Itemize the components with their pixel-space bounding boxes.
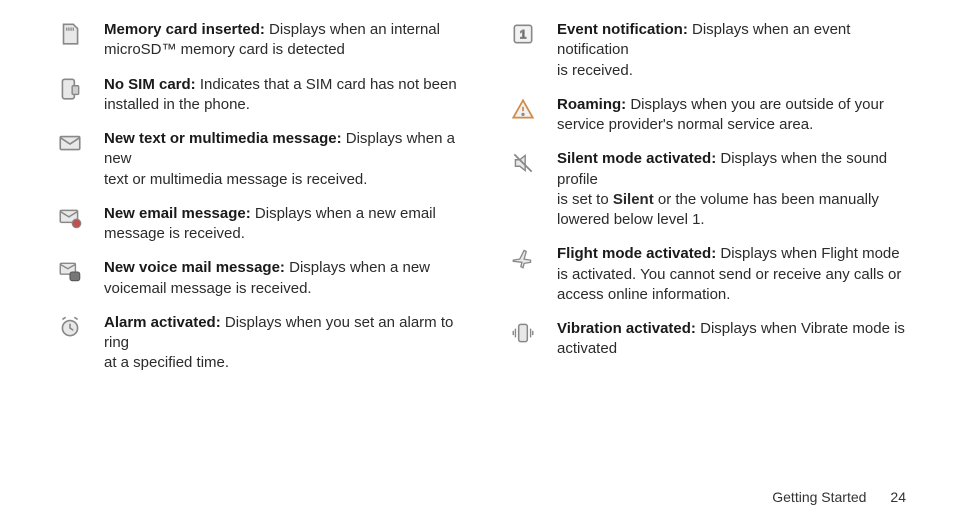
entry-roaming: Roaming: Displays when you are outside o… [509,95,914,136]
entry-text: Silent mode activated: Displays when the… [557,149,914,230]
entry-title: No SIM card: [104,76,196,93]
entry-body-line2: is received. [557,62,633,79]
entry-body-line2: at a specified time. [104,354,229,371]
left-column: Memory card inserted: Displays when an i… [56,20,461,489]
silent-mode-icon [509,149,537,177]
entry-text: Event notification: Displays when an eve… [557,20,914,81]
footer-section: Getting Started [772,489,866,505]
entry-title: New text or multimedia message: [104,130,342,147]
entry-vibration: Vibration activated: Displays when Vibra… [509,319,914,360]
new-voicemail-icon [56,258,84,286]
entry-text: Flight mode activated: Displays when Fli… [557,244,914,305]
entry-body-line2: text or multimedia message is received. [104,171,367,188]
no-sim-icon [56,75,84,103]
entry-text: No SIM card: Indicates that a SIM card h… [104,75,461,116]
entry-text: Roaming: Displays when you are outside o… [557,95,914,136]
footer-page-number: 24 [890,489,906,505]
entry-title: New voice mail message: [104,259,285,276]
entry-title: Vibration activated: [557,320,696,337]
entry-text: Vibration activated: Displays when Vibra… [557,319,914,360]
right-column: 1 Event notification: Displays when an e… [509,20,914,489]
entry-new-message: New text or multimedia message: Displays… [56,129,461,190]
entry-text: New voice mail message: Displays when a … [104,258,461,299]
entry-event-notification: 1 Event notification: Displays when an e… [509,20,914,81]
entry-memory-card: Memory card inserted: Displays when an i… [56,20,461,61]
entry-text: Memory card inserted: Displays when an i… [104,20,461,61]
entry-text: New text or multimedia message: Displays… [104,129,461,190]
memory-card-icon [56,20,84,48]
page-footer: Getting Started 24 [56,489,914,505]
entry-body-bold: Silent [613,191,654,208]
vibration-icon [509,319,537,347]
entry-title: Event notification: [557,21,688,38]
flight-mode-icon [509,244,537,272]
entry-text: Alarm activated: Displays when you set a… [104,313,461,374]
two-column-layout: Memory card inserted: Displays when an i… [56,20,914,489]
entry-alarm: Alarm activated: Displays when you set a… [56,313,461,374]
new-message-icon [56,129,84,157]
roaming-icon [509,95,537,123]
entry-no-sim: No SIM card: Indicates that a SIM card h… [56,75,461,116]
entry-flight-mode: Flight mode activated: Displays when Fli… [509,244,914,305]
event-notification-icon: 1 [509,20,537,48]
entry-new-email: New email message: Displays when a new e… [56,204,461,245]
entry-text: New email message: Displays when a new e… [104,204,461,245]
entry-title: Flight mode activated: [557,245,716,262]
entry-title: Roaming: [557,96,626,113]
entry-title: Alarm activated: [104,314,221,331]
entry-silent-mode: Silent mode activated: Displays when the… [509,149,914,230]
svg-text:1: 1 [520,27,527,41]
entry-body-line2a: is set to [557,191,613,208]
document-page: Memory card inserted: Displays when an i… [0,0,954,517]
alarm-icon [56,313,84,341]
entry-title: Memory card inserted: [104,21,265,38]
entry-title: New email message: [104,205,251,222]
entry-title: Silent mode activated: [557,150,716,167]
entry-new-voicemail: New voice mail message: Displays when a … [56,258,461,299]
new-email-icon [56,204,84,232]
